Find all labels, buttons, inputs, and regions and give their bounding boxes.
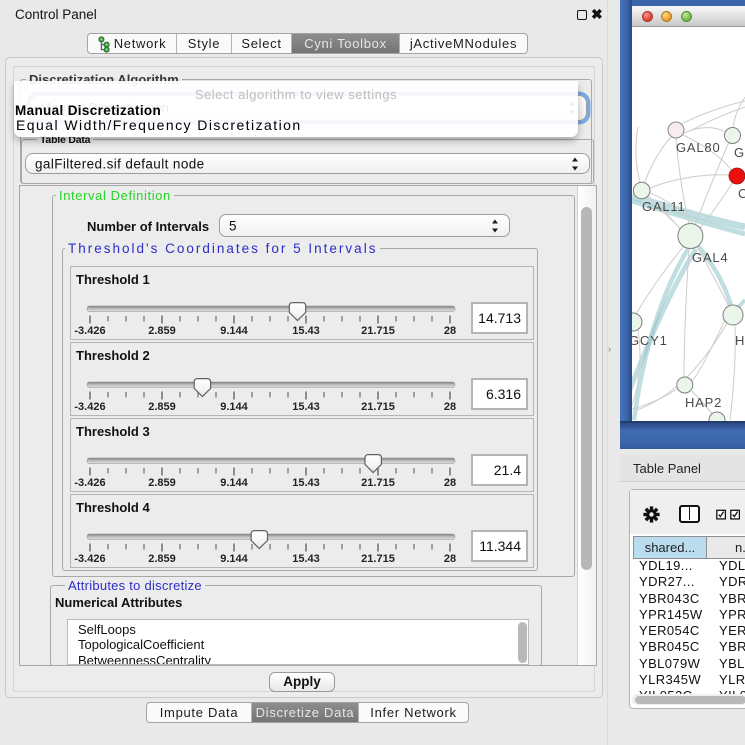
- svg-text:-3.426: -3.426: [74, 553, 105, 565]
- svg-text:28: 28: [444, 553, 456, 565]
- svg-text:-3.426: -3.426: [74, 325, 105, 337]
- svg-text:9.144: 9.144: [220, 401, 248, 413]
- svg-text:HAP2: HAP2: [685, 395, 722, 410]
- svg-text:H: H: [735, 333, 745, 348]
- svg-text:15.43: 15.43: [292, 325, 320, 337]
- svg-text:2.859: 2.859: [148, 325, 176, 337]
- svg-text:GAL4: GAL4: [692, 250, 728, 265]
- svg-text:GAL80: GAL80: [676, 140, 720, 155]
- svg-text:21.715: 21.715: [361, 553, 395, 565]
- svg-text:2.859: 2.859: [148, 553, 176, 565]
- svg-text:2.859: 2.859: [148, 477, 176, 489]
- svg-text:15.43: 15.43: [292, 401, 320, 413]
- svg-text:GAL11: GAL11: [642, 199, 686, 214]
- svg-text:9.144: 9.144: [220, 325, 248, 337]
- svg-text:21.715: 21.715: [361, 477, 395, 489]
- svg-text:15.43: 15.43: [292, 553, 320, 565]
- svg-text:28: 28: [444, 477, 456, 489]
- svg-text:2.859: 2.859: [148, 401, 176, 413]
- svg-text:9.144: 9.144: [220, 553, 248, 565]
- svg-text:28: 28: [444, 401, 456, 413]
- svg-text:28: 28: [444, 325, 456, 337]
- svg-text:15.43: 15.43: [292, 477, 320, 489]
- svg-text:GCY1: GCY1: [632, 333, 668, 348]
- svg-text:-3.426: -3.426: [74, 477, 105, 489]
- svg-text:-3.426: -3.426: [74, 401, 105, 413]
- svg-text:9.144: 9.144: [220, 477, 248, 489]
- svg-text:21.715: 21.715: [361, 325, 395, 337]
- svg-text:GA: GA: [734, 145, 745, 160]
- svg-text:21.715: 21.715: [361, 401, 395, 413]
- svg-text:C: C: [738, 186, 745, 201]
